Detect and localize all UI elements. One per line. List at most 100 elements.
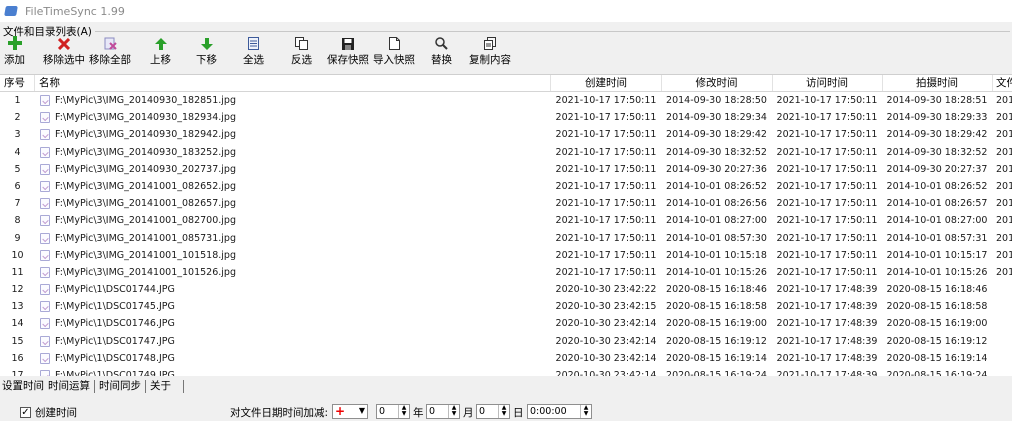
- cell-name: F:\MyPic\1\DSC01746.JPG: [55, 318, 175, 330]
- column-header-name[interactable]: 名称: [35, 75, 551, 91]
- table-row[interactable]: 4 F:\MyPic\3\IMG_20140930_183252.jpg 2021-…: [0, 144, 1012, 161]
- move-down-button[interactable]: 下移: [196, 35, 217, 67]
- cell-created: 2021-10-17 17:50:11: [555, 95, 657, 106]
- table-row[interactable]: 10 F:\MyPic\3\IMG_20141001_101518.jpg 2021…: [0, 247, 1012, 264]
- tab-time-sync[interactable]: 时间同步: [97, 378, 143, 394]
- cell-created: 2021-10-17 17:50:11: [555, 266, 657, 278]
- tab-time-calc[interactable]: 时间运算: [46, 378, 92, 394]
- cell-taken: 2020-08-15 16:19:12: [886, 335, 988, 347]
- save-snapshot-button[interactable]: 保存快照: [327, 35, 369, 67]
- spin-arrows-icon[interactable]: ▲ ▼: [498, 405, 509, 418]
- table-row[interactable]: 1 F:\MyPic\3\IMG_20140930_182851.jpg 2021-…: [0, 92, 1012, 109]
- invert-selection-icon: [295, 35, 308, 50]
- add-button[interactable]: 添加: [4, 35, 25, 67]
- spin-arrows-icon[interactable]: ▲ ▼: [398, 405, 409, 418]
- cell-created: 2021-10-17 17:50:11: [555, 163, 657, 175]
- time-stepper[interactable]: 0:00:00 ▲ ▼: [527, 404, 592, 419]
- save-icon: [342, 35, 354, 50]
- cell-file: 201: [996, 266, 1012, 278]
- table-row[interactable]: 3 F:\MyPic\3\IMG_20140930_182942.jpg 2021-…: [0, 126, 1012, 143]
- cell-index: 12: [11, 284, 24, 296]
- table-row[interactable]: 9 F:\MyPic\3\IMG_20141001_085731.jpg 2021-…: [0, 230, 1012, 247]
- image-file-icon: [40, 352, 50, 364]
- copy-content-button[interactable]: 复制内容: [469, 35, 511, 67]
- cell-modified: 2020-08-15 16:19:24: [666, 370, 767, 376]
- cell-name: F:\MyPic\3\IMG_20141001_082700.jpg: [55, 215, 236, 227]
- table-row[interactable]: 8 F:\MyPic\3\IMG_20141001_082700.jpg 2021-…: [0, 212, 1012, 229]
- app-icon: [4, 4, 19, 18]
- cell-accessed: 2021-10-17 17:50:11: [776, 95, 878, 106]
- column-header-index[interactable]: 序号: [0, 75, 35, 91]
- cell-modified: 2020-08-15 16:19:14: [666, 352, 767, 364]
- table-row[interactable]: 6 F:\MyPic\3\IMG_20141001_082652.jpg 2021-…: [0, 178, 1012, 195]
- sign-dropdown[interactable]: + ▼: [332, 404, 368, 419]
- import-snapshot-button[interactable]: 导入快照: [373, 35, 415, 67]
- cell-name: F:\MyPic\3\IMG_20140930_182934.jpg: [55, 112, 236, 124]
- cell-modified: 2020-08-15 16:19:12: [666, 335, 767, 347]
- search-icon: [435, 35, 448, 50]
- cell-taken: 2020-08-15 16:18:58: [886, 301, 988, 313]
- table-row[interactable]: 14 F:\MyPic\1\DSC01746.JPG 2020-10-30 23:4…: [0, 315, 1012, 332]
- cell-file: 201: [996, 95, 1012, 106]
- created-time-checkbox[interactable]: ✓: [20, 407, 31, 418]
- cell-name: F:\MyPic\3\IMG_20140930_183252.jpg: [55, 146, 236, 158]
- cell-created: 2021-10-17 17:50:11: [555, 129, 657, 141]
- move-up-icon: [154, 35, 167, 50]
- cell-name: F:\MyPic\3\IMG_20141001_101518.jpg: [55, 249, 236, 261]
- invert-selection-button[interactable]: 反选: [291, 35, 312, 67]
- table-row[interactable]: 15 F:\MyPic\1\DSC01747.JPG 2020-10-30 23:4…: [0, 333, 1012, 350]
- column-header-taken[interactable]: 拍摄时间: [882, 75, 993, 91]
- adjust-label: 对文件日期时间加减:: [230, 407, 329, 419]
- table-row[interactable]: 7 F:\MyPic\3\IMG_20141001_082657.jpg 2021-…: [0, 195, 1012, 212]
- cell-modified: 2014-09-30 18:32:52: [666, 146, 767, 158]
- cell-modified: 2014-10-01 08:26:56: [666, 198, 767, 210]
- image-file-icon: [40, 112, 50, 124]
- table-row[interactable]: 16 F:\MyPic\1\DSC01748.JPG 2020-10-30 23:4…: [0, 350, 1012, 367]
- cell-file: 201: [996, 163, 1012, 175]
- cell-taken: 2014-10-01 08:26:52: [886, 180, 988, 192]
- table-row[interactable]: 17 F:\MyPic\1\DSC01749.JPG 2020-10-30 23:4…: [0, 367, 1012, 376]
- spin-arrows-icon[interactable]: ▲ ▼: [580, 405, 591, 418]
- time-calc-panel: ✓ 创建时间 对文件日期时间加减: + ▼ 0 ▲ ▼ 年 0 ▲ ▼ 月 0 ▲ ▼…: [0, 400, 1012, 421]
- spin-arrows-icon[interactable]: ▲ ▼: [448, 405, 459, 418]
- tab-separator: [183, 379, 184, 393]
- column-header-file[interactable]: 文件: [992, 75, 1012, 91]
- cell-index: 1: [14, 95, 21, 106]
- table-row[interactable]: 13 F:\MyPic\1\DSC01745.JPG 2020-10-30 23:4…: [0, 298, 1012, 315]
- tab-separator: [94, 379, 95, 393]
- table-row[interactable]: 2 F:\MyPic\3\IMG_20140930_182934.jpg 2021-…: [0, 109, 1012, 126]
- month-stepper[interactable]: 0 ▲ ▼: [426, 404, 460, 419]
- tab-set-time[interactable]: 设置时间: [0, 378, 46, 394]
- table-row[interactable]: 5 F:\MyPic\3\IMG_20140930_202737.jpg 2021-…: [0, 161, 1012, 178]
- cell-accessed: 2021-10-17 17:50:11: [776, 180, 878, 192]
- cell-accessed: 2021-10-17 17:50:11: [776, 249, 878, 261]
- image-file-icon: [40, 163, 50, 175]
- cell-modified: 2014-10-01 08:57:30: [666, 232, 767, 244]
- remove-all-button[interactable]: 移除全部: [89, 35, 131, 67]
- move-up-button[interactable]: 上移: [150, 35, 171, 67]
- year-stepper[interactable]: 0 ▲ ▼: [376, 404, 410, 419]
- tab-about[interactable]: 关于: [148, 378, 173, 394]
- cell-created: 2020-10-30 23:42:14: [555, 318, 657, 330]
- cell-modified: 2014-10-01 10:15:18: [666, 249, 767, 261]
- group-divider: [95, 31, 1010, 32]
- image-file-icon: [40, 95, 50, 106]
- month-unit: 月: [463, 407, 474, 419]
- remove-selected-button[interactable]: 移除选中: [43, 35, 85, 67]
- table-row[interactable]: 11 F:\MyPic\3\IMG_20141001_101526.jpg 2021…: [0, 264, 1012, 281]
- cell-index: 14: [11, 318, 24, 330]
- cell-accessed: 2021-10-17 17:50:11: [776, 266, 878, 278]
- replace-button[interactable]: 替换: [431, 35, 452, 67]
- image-file-icon: [40, 284, 50, 296]
- column-header-created[interactable]: 创建时间: [551, 75, 662, 91]
- cell-index: 13: [11, 301, 24, 313]
- column-header-modified[interactable]: 修改时间: [661, 75, 773, 91]
- cell-file: 201: [996, 198, 1012, 210]
- cell-accessed: 2021-10-17 17:50:11: [776, 232, 878, 244]
- column-header-accessed[interactable]: 访问时间: [772, 75, 883, 91]
- day-stepper[interactable]: 0 ▲ ▼: [476, 404, 510, 419]
- table-row[interactable]: 12 F:\MyPic\1\DSC01744.JPG 2020-10-30 23:4…: [0, 281, 1012, 298]
- cell-file: [996, 350, 1012, 367]
- cell-file: 201: [996, 180, 1012, 192]
- select-all-button[interactable]: 全选: [243, 35, 264, 67]
